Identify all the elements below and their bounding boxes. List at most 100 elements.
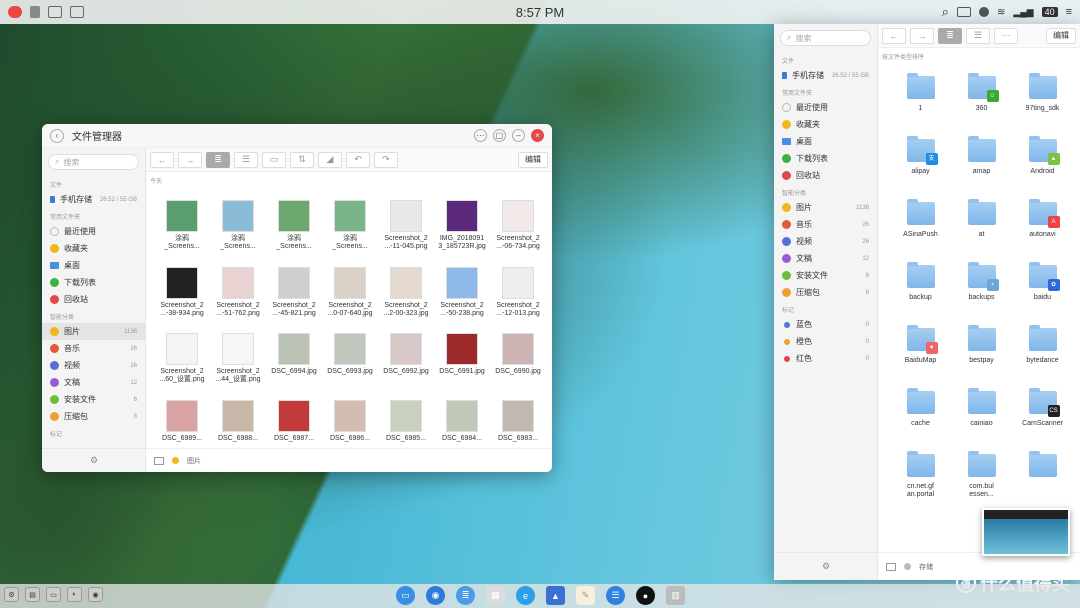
nav-forward-button[interactable]: →	[910, 27, 934, 44]
folder-icon[interactable]	[154, 456, 164, 465]
folder-item[interactable]: cainiao	[951, 388, 1012, 428]
notes-app-icon[interactable]: ✎	[576, 586, 595, 605]
file-item[interactable]: DSC_6987...	[266, 399, 322, 445]
nav-forward-button[interactable]: →	[178, 151, 202, 168]
sidebar-item-trash[interactable]: 回收站	[42, 291, 145, 308]
sidebar-item-music[interactable]: 音乐 26	[774, 216, 877, 233]
sidebar-item-apk[interactable]: 安装文件 6	[774, 267, 877, 284]
list-view-button[interactable]: ≣	[938, 27, 962, 44]
file-item[interactable]: Screenshot_2 ...-50-238.png	[434, 266, 490, 320]
sidebar-item-tag-red[interactable]: 红色 0	[774, 350, 877, 367]
more-button[interactable]: ⋯	[994, 27, 1018, 44]
folder-item[interactable]: amap	[951, 136, 1012, 176]
sidebar-item-trash[interactable]: 回收站	[774, 167, 877, 184]
sidebar-item-storage[interactable]: 手机存储 26.52 / 55 GB	[774, 67, 877, 84]
sidebar-item-storage[interactable]: 手机存储 26.52 / 55 GB	[42, 191, 145, 208]
nav-back-button[interactable]: ←	[882, 27, 906, 44]
window-preview-thumbnail[interactable]	[982, 508, 1070, 556]
toggle-icon[interactable]: ◐	[67, 587, 82, 602]
sidebar-item-apk[interactable]: 安装文件 6	[42, 391, 145, 408]
file-item[interactable]: Screenshot_2 ...2-00-323.jpg	[378, 266, 434, 320]
image-viewer-app-icon[interactable]: ▦	[486, 586, 505, 605]
folder-item[interactable]: bytedance	[1012, 325, 1073, 365]
detail-view-button[interactable]: ☰	[966, 27, 990, 44]
file-item[interactable]: Screenshot_2 ...-12-013.png	[490, 266, 546, 320]
file-item[interactable]: Screenshot_2 ...-11-045.png	[378, 200, 434, 253]
clean-button[interactable]: ◢	[318, 151, 342, 168]
sidebar-item-archives[interactable]: 压缩包 8	[774, 284, 877, 301]
folder-item[interactable]: ☺ 360	[951, 73, 1012, 113]
folder-icon[interactable]	[886, 562, 896, 571]
new-folder-button[interactable]: ▭	[262, 151, 286, 168]
folder-item[interactable]: ♥ BaiduMap	[890, 325, 951, 365]
file-item[interactable]: DSC_6993.jpg	[322, 333, 378, 386]
sidebar-item-tag-orange[interactable]: 橙色 0	[774, 333, 877, 350]
file-item[interactable]: Screenshot_2 ...-45-821.png	[266, 266, 322, 320]
back-icon[interactable]: ‹	[50, 128, 64, 143]
restore-icon[interactable]: ▢	[493, 129, 506, 142]
folder-item[interactable]: ▪ backups	[951, 262, 1012, 302]
sidebar-item-archives[interactable]: 压缩包 8	[42, 408, 145, 425]
folder-item[interactable]: CS CamScanner	[1012, 388, 1073, 428]
folder-item[interactable]	[1012, 451, 1073, 499]
window-titlebar[interactable]: ‹ 文件管理器 ⋯ ▢ – ×	[42, 124, 552, 148]
file-item[interactable]: Screenshot_2 ...-38-934.png	[154, 266, 210, 320]
file-item[interactable]: DSC_6985...	[378, 399, 434, 445]
sidebar-item-docs[interactable]: 文稿 12	[42, 374, 145, 391]
file-item[interactable]: Screenshot_2 ...0-07-640.jpg	[322, 266, 378, 320]
files-icon[interactable]: ▤	[25, 587, 40, 602]
file-item[interactable]: DSC_6992.jpg	[378, 333, 434, 386]
settings-icon[interactable]: ⚙	[4, 587, 19, 602]
folder-item[interactable]: 支 alipay	[890, 136, 951, 176]
file-item[interactable]: DSC_6991.jpg	[434, 333, 490, 386]
folder-item[interactable]: Aautonavi	[1012, 199, 1073, 239]
file-item[interactable]: 涂鸦 _Screens...	[266, 200, 322, 253]
file-item[interactable]: DSC_6988...	[210, 399, 266, 445]
file-item[interactable]: DSC_6986...	[322, 399, 378, 445]
folder-item[interactable]: bestpay	[951, 325, 1012, 365]
sidebar-item-recent[interactable]: 最近使用	[774, 99, 877, 116]
sidebar-item-downloads[interactable]: 下载列表	[42, 274, 145, 291]
folder-item[interactable]: ASinaPush	[890, 199, 951, 239]
redo-button[interactable]: ↷	[374, 151, 398, 168]
nav-back-button[interactable]: ←	[150, 151, 174, 168]
folder-item[interactable]: com.bul essen...	[951, 451, 1012, 499]
messages-app-icon[interactable]: ☰	[606, 586, 625, 605]
search-input[interactable]: ⌕ 搜索	[48, 154, 139, 170]
sidebar-item-images[interactable]: 图片 1136	[42, 323, 145, 340]
sidebar-item-docs[interactable]: 文稿 12	[774, 250, 877, 267]
multitask-icon[interactable]: ▭	[46, 587, 61, 602]
user-icon[interactable]	[30, 6, 40, 18]
folder-item[interactable]: at	[951, 199, 1012, 239]
keyboard-icon[interactable]	[956, 7, 971, 17]
file-manager-app-icon[interactable]: ≣	[456, 586, 475, 605]
qq-app-icon[interactable]: ●	[636, 586, 655, 605]
file-item[interactable]: Screenshot_2 ...-06-734.png	[490, 200, 546, 253]
display-icon[interactable]	[70, 6, 84, 18]
trash-app-icon[interactable]: ▥	[666, 586, 685, 605]
sidebar-item-tag-blue[interactable]: 蓝色 0	[774, 316, 877, 333]
file-item[interactable]: DSC_6984...	[434, 399, 490, 445]
browser-app-icon[interactable]: ◉	[426, 586, 445, 605]
folder-item[interactable]: 97ting_sdk	[1012, 73, 1073, 113]
edge-app-icon[interactable]: e	[516, 586, 535, 605]
folder-item[interactable]: cache	[890, 388, 951, 428]
file-item[interactable]: 涂鸦 _Screens...	[154, 200, 210, 253]
desktop-app-icon[interactable]: ▭	[396, 586, 415, 605]
file-item[interactable]: DSC_6983...	[490, 399, 546, 445]
sidebar-item-favorites[interactable]: 收藏夹	[42, 240, 145, 257]
sidebar-item-video[interactable]: 视频 26	[42, 357, 145, 374]
edit-button[interactable]: 编辑	[518, 151, 548, 168]
file-item[interactable]: DSC_6994.jpg	[266, 333, 322, 386]
settings-icon[interactable]: ⚙	[42, 448, 146, 472]
sidebar-item-video[interactable]: 视频 26	[774, 233, 877, 250]
search-input[interactable]: ⌕ 搜索	[780, 30, 871, 46]
sidebar-item-music[interactable]: 音乐 26	[42, 340, 145, 357]
photos-app-icon[interactable]: ▲	[546, 586, 565, 605]
file-item[interactable]: IMG_2018091 3_185723R.jpg	[434, 200, 490, 253]
file-item[interactable]: Screenshot_2 ...-51-762.png	[210, 266, 266, 320]
sidebar-item-recent[interactable]: 最近使用	[42, 223, 145, 240]
folder-item[interactable]: cn.net.gf an.portal	[890, 451, 951, 499]
folder-item[interactable]: 1	[890, 73, 951, 113]
file-item[interactable]: DSC_6990.jpg	[490, 333, 546, 386]
